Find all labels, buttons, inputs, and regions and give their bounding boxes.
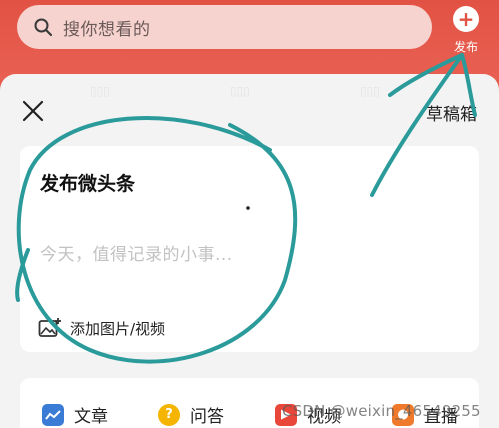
close-button[interactable]: [20, 98, 46, 124]
compose-title: 发布微头条: [40, 173, 136, 195]
qa-label: 问答: [190, 407, 224, 427]
search-icon: [33, 16, 55, 38]
add-media-button[interactable]: 添加图片/视频: [38, 317, 165, 339]
watermark-logo: ▯▯▯: [360, 84, 380, 98]
article-label: 文章: [74, 407, 108, 427]
plus-icon: +: [453, 6, 479, 32]
compose-input[interactable]: 今天，值得记录的小事...: [40, 240, 233, 265]
publish-button[interactable]: + 发布: [446, 6, 486, 56]
article-button[interactable]: 文章: [42, 402, 108, 427]
drafts-button[interactable]: 草稿箱: [426, 100, 477, 125]
top-header: 搜你想看的 + 发布: [0, 0, 499, 80]
close-icon: [22, 100, 44, 122]
question-icon: ?: [158, 403, 180, 426]
app-screen: 搜你想看的 + 发布 ▯▯▯ ▯▯▯ ▯▯▯ 草稿箱 发布微头条 今天，值得记录…: [0, 0, 499, 428]
article-icon: [42, 403, 64, 426]
search-bar[interactable]: 搜你想看的: [17, 5, 432, 49]
add-media-label: 添加图片/视频: [70, 319, 166, 338]
watermark-logo: ▯▯▯: [90, 84, 110, 98]
publish-label: 发布: [453, 40, 478, 54]
csdn-watermark: CSDN @weixin_46549255: [282, 402, 481, 420]
image-add-icon: [38, 318, 61, 337]
qa-button[interactable]: ? 问答: [158, 402, 224, 427]
search-placeholder: 搜你想看的: [63, 19, 151, 40]
watermark-logo: ▯▯▯: [230, 84, 250, 98]
